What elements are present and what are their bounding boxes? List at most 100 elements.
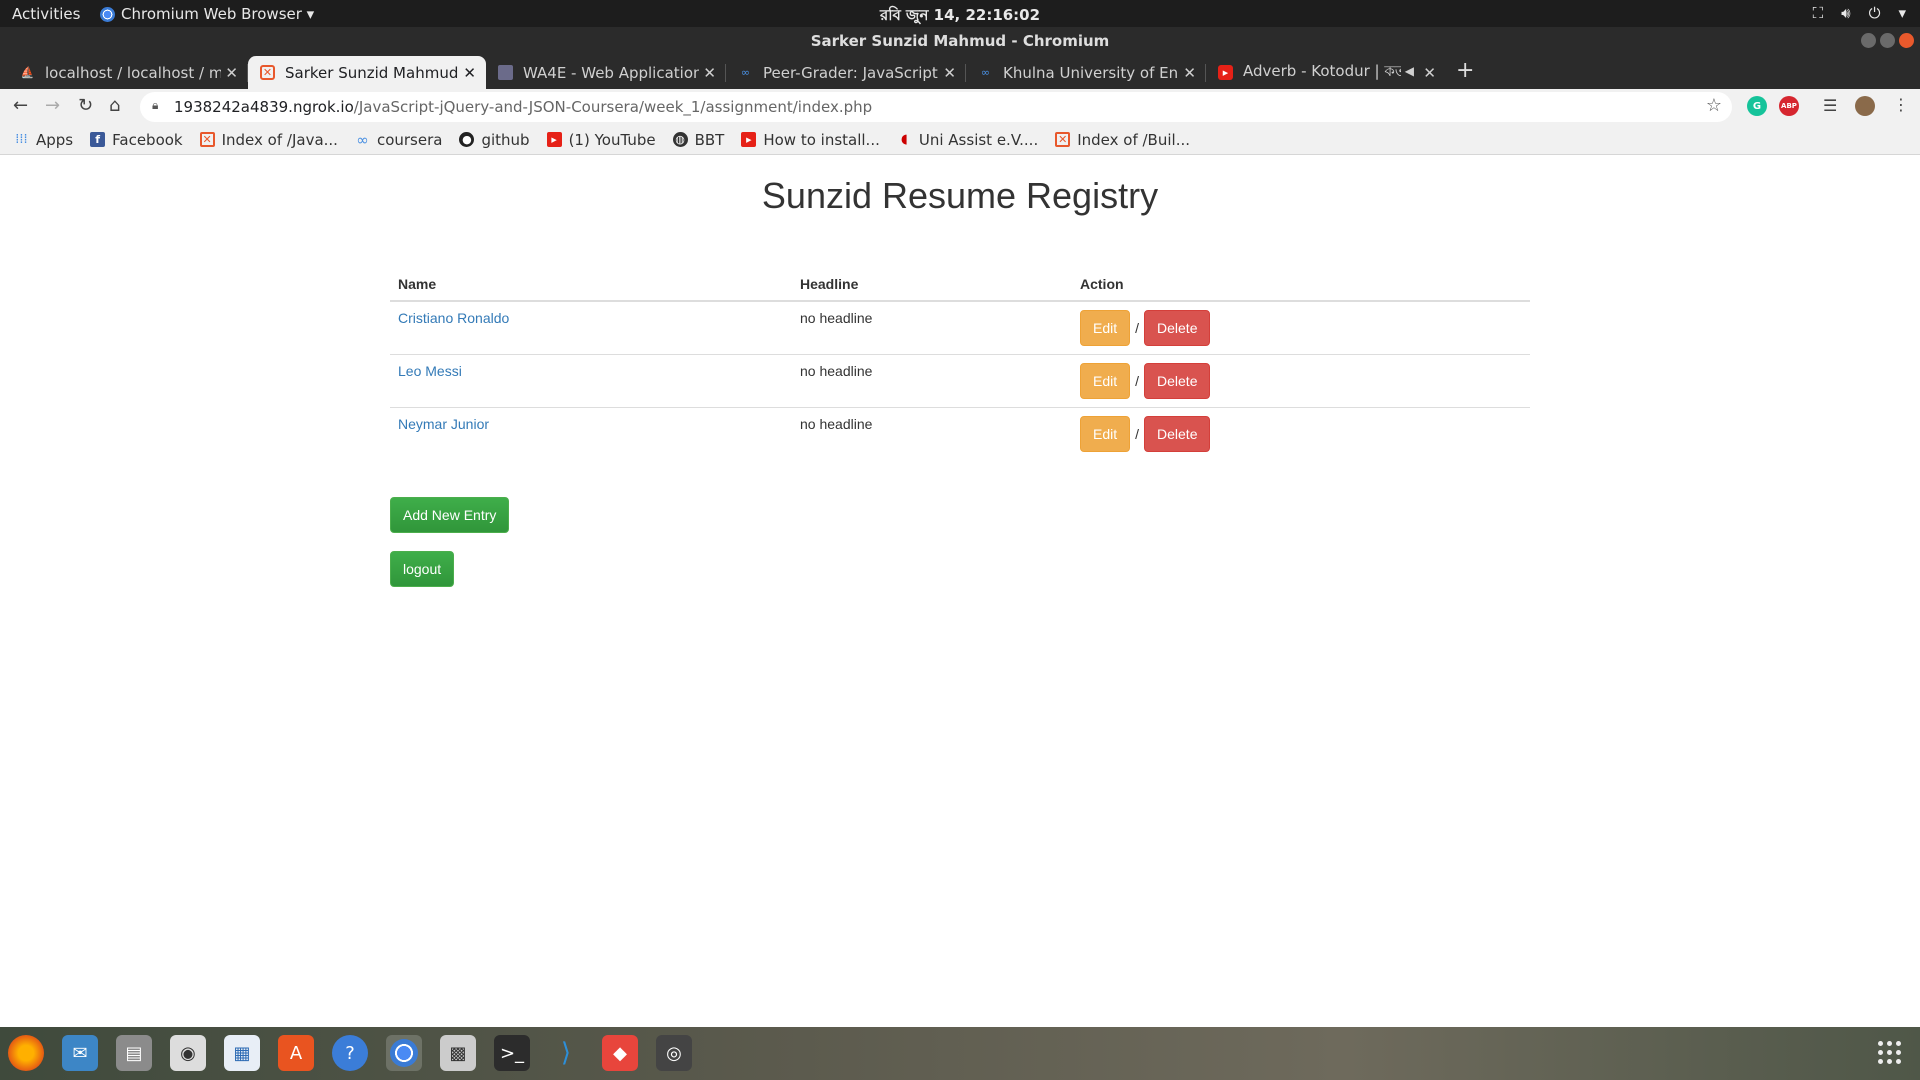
- delete-button[interactable]: Delete: [1144, 363, 1211, 399]
- logout-button[interactable]: logout: [390, 551, 455, 587]
- column-header-action: Action: [1072, 268, 1530, 302]
- menu-kebab-icon[interactable]: ⋮: [1893, 95, 1909, 114]
- tab-label: Khulna University of Engi: [1003, 63, 1179, 82]
- home-icon[interactable]: ⌂: [109, 95, 120, 116]
- page-title: Sunzid Resume Registry: [761, 175, 1159, 216]
- bookmark-coursera[interactable]: ∞ coursera: [355, 131, 442, 149]
- bookmark-label: github: [481, 130, 530, 149]
- minimize-button[interactable]: [1861, 33, 1876, 48]
- github-icon: ●: [459, 132, 475, 147]
- action-separator: /: [1135, 426, 1140, 442]
- close-icon[interactable]: ✕: [703, 64, 716, 82]
- profile-avatar[interactable]: [1855, 96, 1875, 116]
- chevron-down-icon: ▾: [1898, 4, 1906, 22]
- browser-toolbar: ← → ↻ ⌂ 🔒︎ 1938242a4839.ngrok.io/JavaScr…: [0, 89, 1920, 125]
- profile-link[interactable]: Neymar Junior: [398, 416, 489, 432]
- show-applications-icon[interactable]: [1878, 1041, 1902, 1065]
- tab-label: Peer-Grader: JavaScript /: [763, 63, 939, 82]
- bookmark-how-to-install[interactable]: ▶ How to install...: [741, 131, 880, 149]
- bookmark-youtube[interactable]: ▶ (1) YouTube: [546, 130, 656, 149]
- maximize-button[interactable]: [1880, 33, 1895, 48]
- tab-sarker-sunzid[interactable]: ✕ Sarker Sunzid Mahmud ✕: [248, 56, 486, 89]
- uniassist-icon: ◖: [900, 132, 908, 147]
- media-control-icon[interactable]: ☰: [1823, 96, 1837, 115]
- gnome-top-bar: Activities Chromium Web Browser ▾ রবি জু…: [0, 0, 1920, 27]
- volume-icon: 🔊︎: [1841, 4, 1851, 22]
- adblock-icon[interactable]: ABP: [1779, 96, 1799, 116]
- tab-wa4e[interactable]: WA4E - Web Applications ✕: [486, 56, 726, 89]
- bookmark-index-java[interactable]: ✕ Index of /Java...: [199, 131, 338, 149]
- delete-button[interactable]: Delete: [1144, 416, 1211, 452]
- software-updater-icon[interactable]: ▩: [440, 1035, 476, 1071]
- chromium-dock-icon[interactable]: [386, 1035, 422, 1071]
- youtube-icon: ▶: [546, 132, 562, 147]
- bookmark-uni-assist[interactable]: ◖ Uni Assist e.V....: [897, 131, 1038, 149]
- rhythmbox-icon[interactable]: ◉: [170, 1035, 206, 1071]
- address-bar[interactable]: 🔒︎ 1938242a4839.ngrok.io/JavaScript-jQue…: [140, 92, 1732, 122]
- xampp-icon: ✕: [199, 132, 215, 147]
- url-host: 1938242a4839.ngrok.io: [174, 98, 354, 116]
- back-arrow-icon[interactable]: ←: [13, 95, 28, 116]
- action-separator: /: [1135, 320, 1140, 336]
- tab-phpmyadmin[interactable]: ⛵ localhost / localhost / mis ✕: [8, 56, 248, 89]
- bookmarks-bar: ⁞⁞⁞ Apps f Facebook ✕ Index of /Java... …: [0, 125, 1920, 155]
- table-header-row: Name Headline Action: [390, 268, 1530, 302]
- new-tab-button[interactable]: +: [1456, 58, 1474, 83]
- close-icon[interactable]: ✕: [1423, 64, 1436, 82]
- wa4e-icon: [498, 65, 513, 80]
- action-cell: Edit / Delete: [1072, 354, 1530, 408]
- coursera-icon: ∞: [740, 66, 751, 79]
- headline-cell: no headline: [792, 354, 1072, 408]
- vscode-icon[interactable]: ⟩: [548, 1035, 584, 1071]
- profile-link[interactable]: Cristiano Ronaldo: [398, 310, 509, 326]
- globe-icon: ◍: [672, 132, 688, 147]
- close-icon[interactable]: ✕: [463, 64, 476, 82]
- edit-button[interactable]: Edit: [1080, 363, 1131, 399]
- close-icon[interactable]: ✕: [943, 64, 956, 82]
- add-new-entry-button[interactable]: Add New Entry: [390, 497, 510, 533]
- delete-button[interactable]: Delete: [1144, 310, 1211, 346]
- profile-link[interactable]: Leo Messi: [398, 363, 462, 379]
- mute-icon[interactable]: ◀: [1405, 64, 1414, 78]
- files-icon[interactable]: ▤: [116, 1035, 152, 1071]
- forward-arrow-icon[interactable]: →: [45, 95, 60, 116]
- system-tray[interactable]: ⛶ 🔊︎ ⏻ ▾: [1813, 4, 1906, 22]
- reload-icon[interactable]: ↻: [78, 95, 93, 116]
- edit-button[interactable]: Edit: [1080, 310, 1131, 346]
- tab-peer-grader[interactable]: ∞ Peer-Grader: JavaScript / ✕: [726, 56, 966, 89]
- bookmark-github[interactable]: ● github: [459, 130, 530, 149]
- bookmark-facebook[interactable]: f Facebook: [90, 131, 183, 149]
- bookmark-apps[interactable]: ⁞⁞⁞ Apps: [14, 131, 73, 149]
- name-cell: Neymar Junior: [390, 407, 792, 460]
- writer-icon[interactable]: ▦: [224, 1035, 260, 1071]
- window-controls: [1861, 33, 1914, 48]
- tab-adverb-kotodur[interactable]: ▶ Adverb - Kotodur | কত ◀ ✕: [1206, 56, 1446, 89]
- action-separator: /: [1135, 373, 1140, 389]
- git-client-icon[interactable]: ◆: [602, 1035, 638, 1071]
- help-icon[interactable]: ?: [332, 1035, 368, 1071]
- terminal-icon[interactable]: >_: [494, 1035, 530, 1071]
- close-icon[interactable]: ✕: [225, 64, 238, 82]
- network-icon: ⛶: [1812, 4, 1824, 22]
- table-row: Leo Messi no headline Edit / Delete: [390, 354, 1530, 408]
- close-icon[interactable]: ✕: [1183, 64, 1196, 82]
- resume-table: Name Headline Action Cristiano Ronaldo n…: [390, 268, 1530, 460]
- grammarly-icon[interactable]: G: [1747, 96, 1767, 116]
- name-cell: Leo Messi: [390, 354, 792, 408]
- close-window-button[interactable]: [1899, 33, 1914, 48]
- screen-recorder-icon[interactable]: ◎: [656, 1035, 692, 1071]
- apps-grid-icon: ⁞⁞⁞: [15, 132, 28, 147]
- software-center-icon[interactable]: A: [278, 1035, 314, 1071]
- bookmark-index-buil[interactable]: ✕ Index of /Buil...: [1055, 131, 1190, 149]
- column-header-headline: Headline: [792, 268, 1072, 302]
- clock[interactable]: রবি জুন 14, 22:16:02: [0, 4, 1920, 29]
- edit-button[interactable]: Edit: [1080, 416, 1131, 452]
- firefox-icon[interactable]: [8, 1035, 44, 1071]
- tab-khulna-university[interactable]: ∞ Khulna University of Engi ✕: [966, 56, 1206, 89]
- bookmark-bbt[interactable]: ◍ BBT: [672, 131, 724, 149]
- bookmark-star-icon[interactable]: ☆: [1706, 95, 1722, 116]
- thunderbird-icon[interactable]: ✉: [62, 1035, 98, 1071]
- lock-icon[interactable]: 🔒︎: [152, 98, 158, 113]
- bookmark-label: (1) YouTube: [568, 130, 656, 149]
- url-text: 1938242a4839.ngrok.io/JavaScript-jQuery-…: [174, 98, 872, 116]
